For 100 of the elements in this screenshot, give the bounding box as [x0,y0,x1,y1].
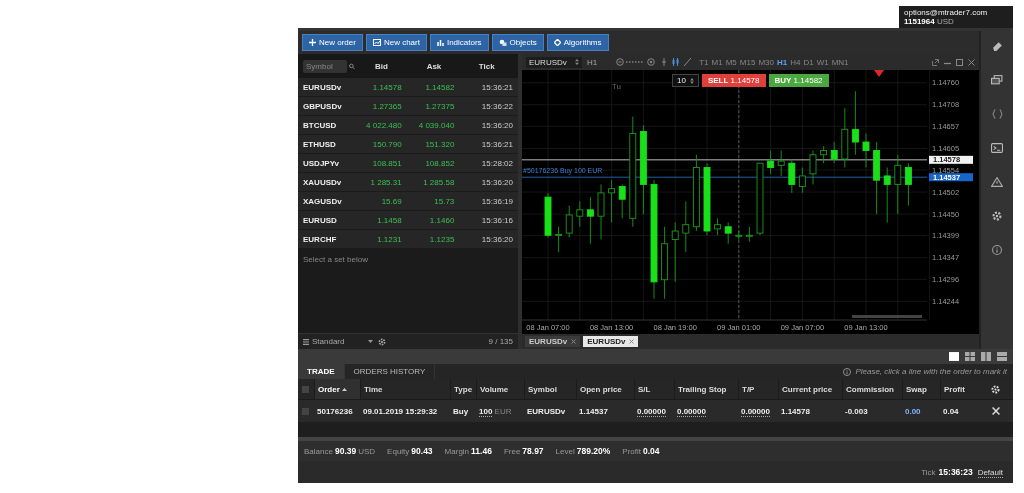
bid-price: 1.27365 [371,101,403,111]
ask-price: 4 039.040 [417,120,456,130]
toolbar-button[interactable]: Objects [491,34,544,51]
timeframe-tab[interactable]: MN1 [831,57,849,67]
candle [830,141,838,164]
grid-layout-icon[interactable] [965,352,975,361]
chart-tab[interactable]: EURUSDv [525,336,581,347]
status-label: Free [503,447,521,456]
candle [851,90,859,156]
timeframe-tab[interactable]: M15 [739,57,756,67]
tick-label: Tick [921,468,936,477]
status-value: 90.39 [334,446,357,456]
timeframe-tab[interactable]: W1 [816,57,829,67]
timeframe-tab[interactable]: H1 [776,57,788,67]
braces-icon[interactable] [991,109,1003,119]
tick-time: 15:36:23 [938,467,973,477]
column-header[interactable]: Order [314,379,360,399]
symbol-row[interactable]: ETHUSD 150.790 151.320 15:36:21 [298,135,518,154]
bid-price: 4 022.480 [365,120,403,130]
symbol-name: XAGUSDv [303,196,343,206]
tick-time: 15:36:21 [480,139,513,149]
status-label: Level [555,447,575,456]
symbol-name: XAUUSDv [303,177,343,187]
bid-price: 1.14578 [371,82,403,92]
candle [767,150,775,175]
column-header[interactable]: Tick [460,61,513,71]
sell-button[interactable]: SELL 1.14578 [701,74,766,87]
symbol-row[interactable]: BTCUSD 4 022.480 4 039.040 15:36:20 [298,116,518,135]
zoom-slider-drawing[interactable] [616,58,657,66]
candle [798,167,806,194]
symbol-name: EURCHF [303,234,338,244]
toolbar-button[interactable]: Indicators [429,34,489,51]
candlestick-icon[interactable] [672,58,680,66]
symbol-dropdown[interactable]: EURUSDv [526,56,582,68]
order-time: 09.01.2019 15:29:32 [362,406,439,416]
timeframe-tab[interactable]: M1 [711,57,723,67]
diamond-icon [553,39,561,46]
timeframe-tab[interactable]: H4 [790,57,801,67]
crosshair-icon[interactable] [661,58,668,66]
symbol-row[interactable]: EURUSDv 1.14578 1.14582 15:36:21 [298,78,518,97]
status-label: Margin [444,447,470,456]
columns-layout-icon[interactable] [981,352,991,361]
select-all-checkbox[interactable] [302,385,309,393]
symbol-row[interactable]: XAGUSDv 15.69 15.73 15:36:19 [298,192,518,211]
symbol-row[interactable]: USDJPYv 108.851 108.852 15:28:02 [298,154,518,173]
candle [883,167,891,223]
lot-size-field[interactable]: 10 [672,74,699,87]
chart-tab[interactable]: EURUSDv [583,336,639,347]
symbol-row[interactable]: XAUUSDv 1 285.31 1 285.58 15:36:20 [298,173,518,192]
account-email: options@mtrader7.com [904,8,989,17]
candle [714,217,722,236]
candle [809,150,817,185]
candle [904,162,912,207]
eraser-icon[interactable] [991,41,1003,51]
windows-icon[interactable] [991,75,1003,85]
toolbar-button[interactable]: Algorithms [546,34,609,51]
set-dropdown[interactable]: Standard [303,337,373,346]
timeframe-tab[interactable]: D1 [803,57,814,67]
panel-tab[interactable]: TRADE [298,364,345,379]
toolbar-button[interactable]: New order [302,34,363,51]
symbol-row[interactable]: EURCHF 1.1231 1.1235 15:36:20 [298,230,518,249]
candle [565,205,573,238]
timeframe-tab[interactable]: M5 [725,57,737,67]
maximize-icon[interactable] [956,58,963,66]
volume-field[interactable]: 100 [479,406,493,417]
symbol-row[interactable]: GBPUSDv 1.27365 1.27375 15:36:22 [298,97,518,116]
status-label: Balance [304,447,333,456]
timeframe-tab[interactable]: T1 [699,57,709,67]
column-header[interactable]: Bid [355,61,408,71]
toolbar-button[interactable]: New chart [365,34,427,51]
order-row[interactable]: 50176236 09.01.2019 15:29:32 Buy 100 EUR EURUSDv 1.14537 0.00000 0.00000 0.00000 1.14578 -0.003 0.00 0.04 [298,399,1013,422]
settings-icon[interactable] [992,211,1002,221]
order-symbol: EURUSDv [526,406,567,416]
tick-time: 15:28:02 [480,158,513,168]
timeframe-tab[interactable]: M30 [758,57,774,67]
bid-price: 15.69 [380,196,403,206]
stop-loss-field[interactable]: 0.00000 [637,406,666,417]
profile-link[interactable]: Default [977,468,1003,478]
terminal-icon[interactable] [991,143,1003,153]
row-checkbox[interactable] [302,407,309,415]
symbol-row[interactable]: EURUSD 1.1458 1.1460 15:36:16 [298,211,518,230]
symbol-search-field[interactable]: Symbol [303,59,347,73]
candle [894,154,902,215]
account-box[interactable]: options@mtrader7.com 1151964 USD [899,6,1013,28]
status-value: 90.43 [411,446,433,456]
line-tool-icon[interactable] [684,58,692,66]
popout-icon[interactable] [932,58,939,66]
tick-time: 15:36:20 [480,120,513,130]
swap-value: 0.00 [904,406,922,416]
candle [576,200,584,228]
trailing-stop-field[interactable]: 0.00000 [677,406,706,417]
candle [682,200,690,253]
settings-icon[interactable] [378,337,386,346]
candle [735,230,743,240]
scrollbar[interactable] [852,315,922,318]
column-header[interactable]: Ask [407,61,461,71]
info-icon[interactable] [992,245,1002,255]
rows-layout-icon[interactable] [997,352,1007,361]
warning-icon[interactable] [991,177,1003,187]
take-profit-field[interactable]: 0.00000 [741,406,770,417]
